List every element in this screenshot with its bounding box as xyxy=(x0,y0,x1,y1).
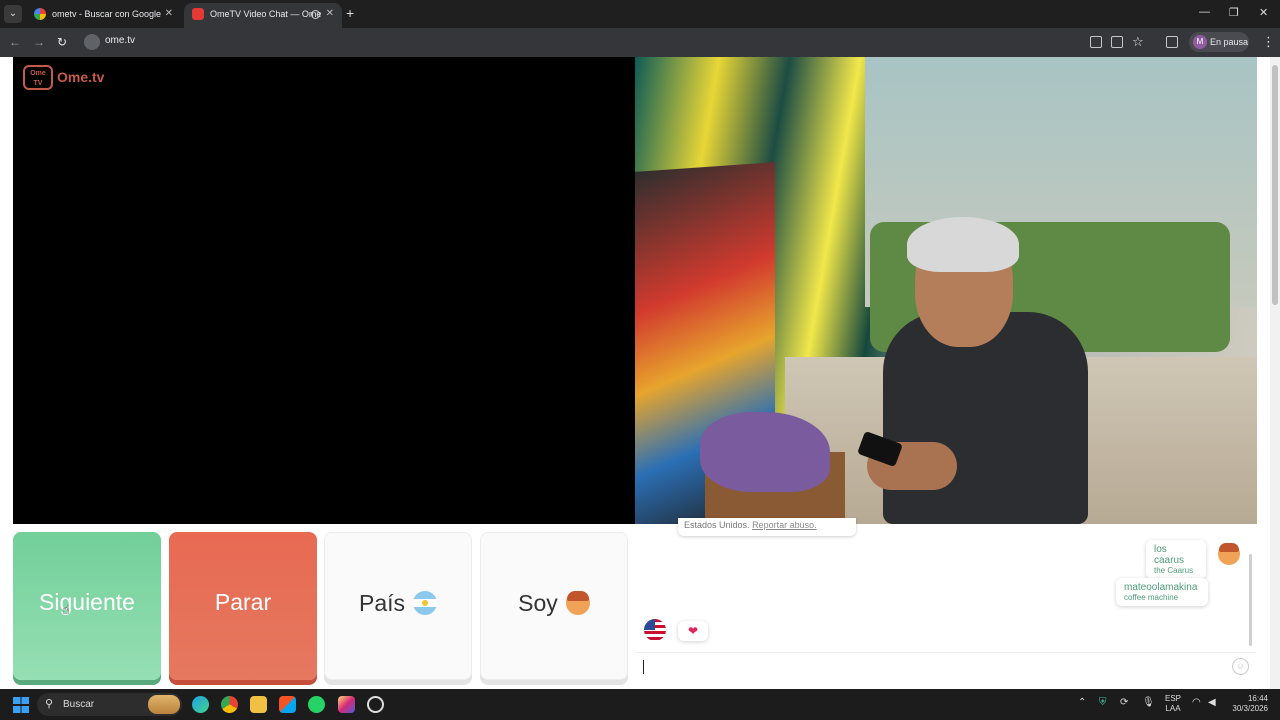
gender-label: Soy xyxy=(518,590,558,616)
shield-icon[interactable]: ⛨ xyxy=(1099,697,1107,708)
search-label: Buscar xyxy=(63,699,95,710)
tab-title: ometv - Buscar con Google xyxy=(52,9,162,19)
avatar: M xyxy=(1193,35,1207,49)
my-avatar-icon xyxy=(1218,543,1240,565)
url-text: ome.tv xyxy=(105,35,136,46)
clock[interactable]: 16:44 30/3/2026 xyxy=(1226,694,1268,714)
boy-icon xyxy=(565,590,590,615)
back-icon[interactable]: ← xyxy=(9,35,21,49)
windows-taskbar: ⚲ Buscar ⌃ ⛨ ⟳ 🎙 ESP LAA ◠ ◀ 16:44 30/3/… xyxy=(0,689,1280,720)
clock-time: 16:44 xyxy=(1247,694,1268,703)
recording-icon xyxy=(311,10,320,19)
address-bar[interactable]: ome.tv xyxy=(80,31,1080,53)
scrollbar-thumb[interactable] xyxy=(1272,65,1278,305)
chat-panel: Estados Unidos. Reportar abuso. los caar… xyxy=(636,518,1256,689)
next-label: Siguiente xyxy=(39,589,135,615)
gender-button[interactable]: Soy xyxy=(480,532,628,680)
message-text: los caarus xyxy=(1154,544,1185,566)
message-translation: coffee machine xyxy=(1124,593,1179,602)
language-indicator[interactable]: ESP LAA xyxy=(1165,694,1181,714)
search-icon: ⚲ xyxy=(45,698,54,710)
message-text: mateoolamakina xyxy=(1124,582,1198,593)
sync-icon[interactable]: ⟳ xyxy=(1120,697,1128,708)
text-caret xyxy=(643,660,644,674)
next-button[interactable]: Siguiente xyxy=(13,532,161,680)
page-scrollbar[interactable] xyxy=(1270,57,1280,689)
country-label: País xyxy=(358,590,406,616)
show-hidden-icons-icon[interactable]: ⌃ xyxy=(1078,697,1086,708)
tab-google-search[interactable]: ometv - Buscar con Google ✕ xyxy=(26,3,181,28)
video-person-body xyxy=(883,312,1088,524)
store-icon[interactable] xyxy=(279,696,296,713)
report-abuse-link[interactable]: Reportar abuso. xyxy=(752,520,817,530)
reading-list-icon[interactable] xyxy=(1166,36,1178,48)
country-button[interactable]: País xyxy=(324,532,472,680)
tab-ometv[interactable]: OmeTV Video Chat — Ome ✕ xyxy=(184,3,342,28)
system-note: Estados Unidos. Reportar abuso. xyxy=(678,518,856,536)
chrome-icon[interactable] xyxy=(221,696,238,713)
argentina-flag-icon xyxy=(413,590,438,615)
heart-message: ❤ xyxy=(678,621,708,641)
chat-scrollbar[interactable] xyxy=(1249,554,1252,646)
usa-flag-icon xyxy=(644,619,666,641)
emoji-icon[interactable]: ☺ xyxy=(1232,658,1249,675)
stranger-video-feed xyxy=(635,57,1257,524)
edge-icon[interactable] xyxy=(192,696,209,713)
app-icon[interactable] xyxy=(367,696,384,713)
own-video-feed: Ome TV Ome.tv xyxy=(13,57,635,524)
reload-icon[interactable]: ↻ xyxy=(57,35,67,49)
wifi-icon[interactable]: ◠ xyxy=(1192,697,1201,708)
minimize-icon[interactable]: — xyxy=(1199,6,1210,18)
google-icon xyxy=(34,8,46,20)
tab-search-button[interactable]: ⌄ xyxy=(4,5,22,23)
windows-start-icon[interactable] xyxy=(13,697,29,713)
chat-message: los caarus the Caarus xyxy=(1146,540,1206,579)
clock-date: 30/3/2026 xyxy=(1232,704,1268,713)
stop-button[interactable]: Parar xyxy=(169,532,317,680)
profile-status: En pausa xyxy=(1210,37,1249,47)
instagram-icon[interactable] xyxy=(338,696,355,713)
file-explorer-icon[interactable] xyxy=(250,696,267,713)
site-info-icon[interactable] xyxy=(84,34,100,50)
tab-title: OmeTV Video Chat — Ome xyxy=(210,9,322,19)
translate-icon[interactable] xyxy=(1090,36,1102,48)
stop-label: Parar xyxy=(214,589,272,615)
ometv-page: Ome TV Ome.tv Siguiente Parar País Soy ☝… xyxy=(0,57,1280,689)
forward-icon[interactable]: → xyxy=(33,35,45,49)
close-tab-icon[interactable]: ✕ xyxy=(326,3,334,25)
ometv-logo[interactable]: Ome TV Ome.tv xyxy=(23,65,115,91)
browser-tab-bar: ⌄ ometv - Buscar con Google ✕ OmeTV Vide… xyxy=(0,0,1280,28)
language-line1: ESP xyxy=(1165,694,1182,703)
chat-input[interactable]: ☺ xyxy=(636,652,1256,680)
cast-icon[interactable] xyxy=(1111,36,1123,48)
browser-toolbar: ← → ↻ ome.tv ☆ M En pausa ⋮ xyxy=(0,28,1280,57)
restore-icon[interactable]: ❐ xyxy=(1229,6,1239,19)
logo-badge: Ome TV xyxy=(23,65,53,90)
taskbar-search[interactable]: ⚲ Buscar xyxy=(37,693,182,716)
microphone-icon[interactable]: 🎙 xyxy=(1142,697,1155,708)
logo-text: Ome.tv xyxy=(57,69,105,85)
volume-icon[interactable]: ◀ xyxy=(1208,697,1216,708)
message-translation: the Caarus xyxy=(1154,566,1194,575)
video-cloth xyxy=(700,412,830,492)
profile-button[interactable]: M En pausa xyxy=(1189,32,1249,52)
system-note-text: Estados Unidos. xyxy=(684,520,750,530)
new-tab-button[interactable]: + xyxy=(346,5,354,21)
search-highlight-icon xyxy=(148,695,180,714)
close-window-icon[interactable]: ✕ xyxy=(1259,6,1268,19)
menu-icon[interactable]: ⋮ xyxy=(1262,34,1275,50)
whatsapp-icon[interactable] xyxy=(308,696,325,713)
close-tab-icon[interactable]: ✕ xyxy=(165,3,173,25)
hand-cursor-icon: ☝ xyxy=(62,602,70,617)
chat-message: mateoolamakina coffee machine xyxy=(1116,578,1208,606)
ometv-favicon-icon xyxy=(192,8,204,20)
language-line2: LAA xyxy=(1165,704,1181,713)
bookmark-star-icon[interactable]: ☆ xyxy=(1132,34,1144,50)
video-person-hair xyxy=(907,217,1019,272)
